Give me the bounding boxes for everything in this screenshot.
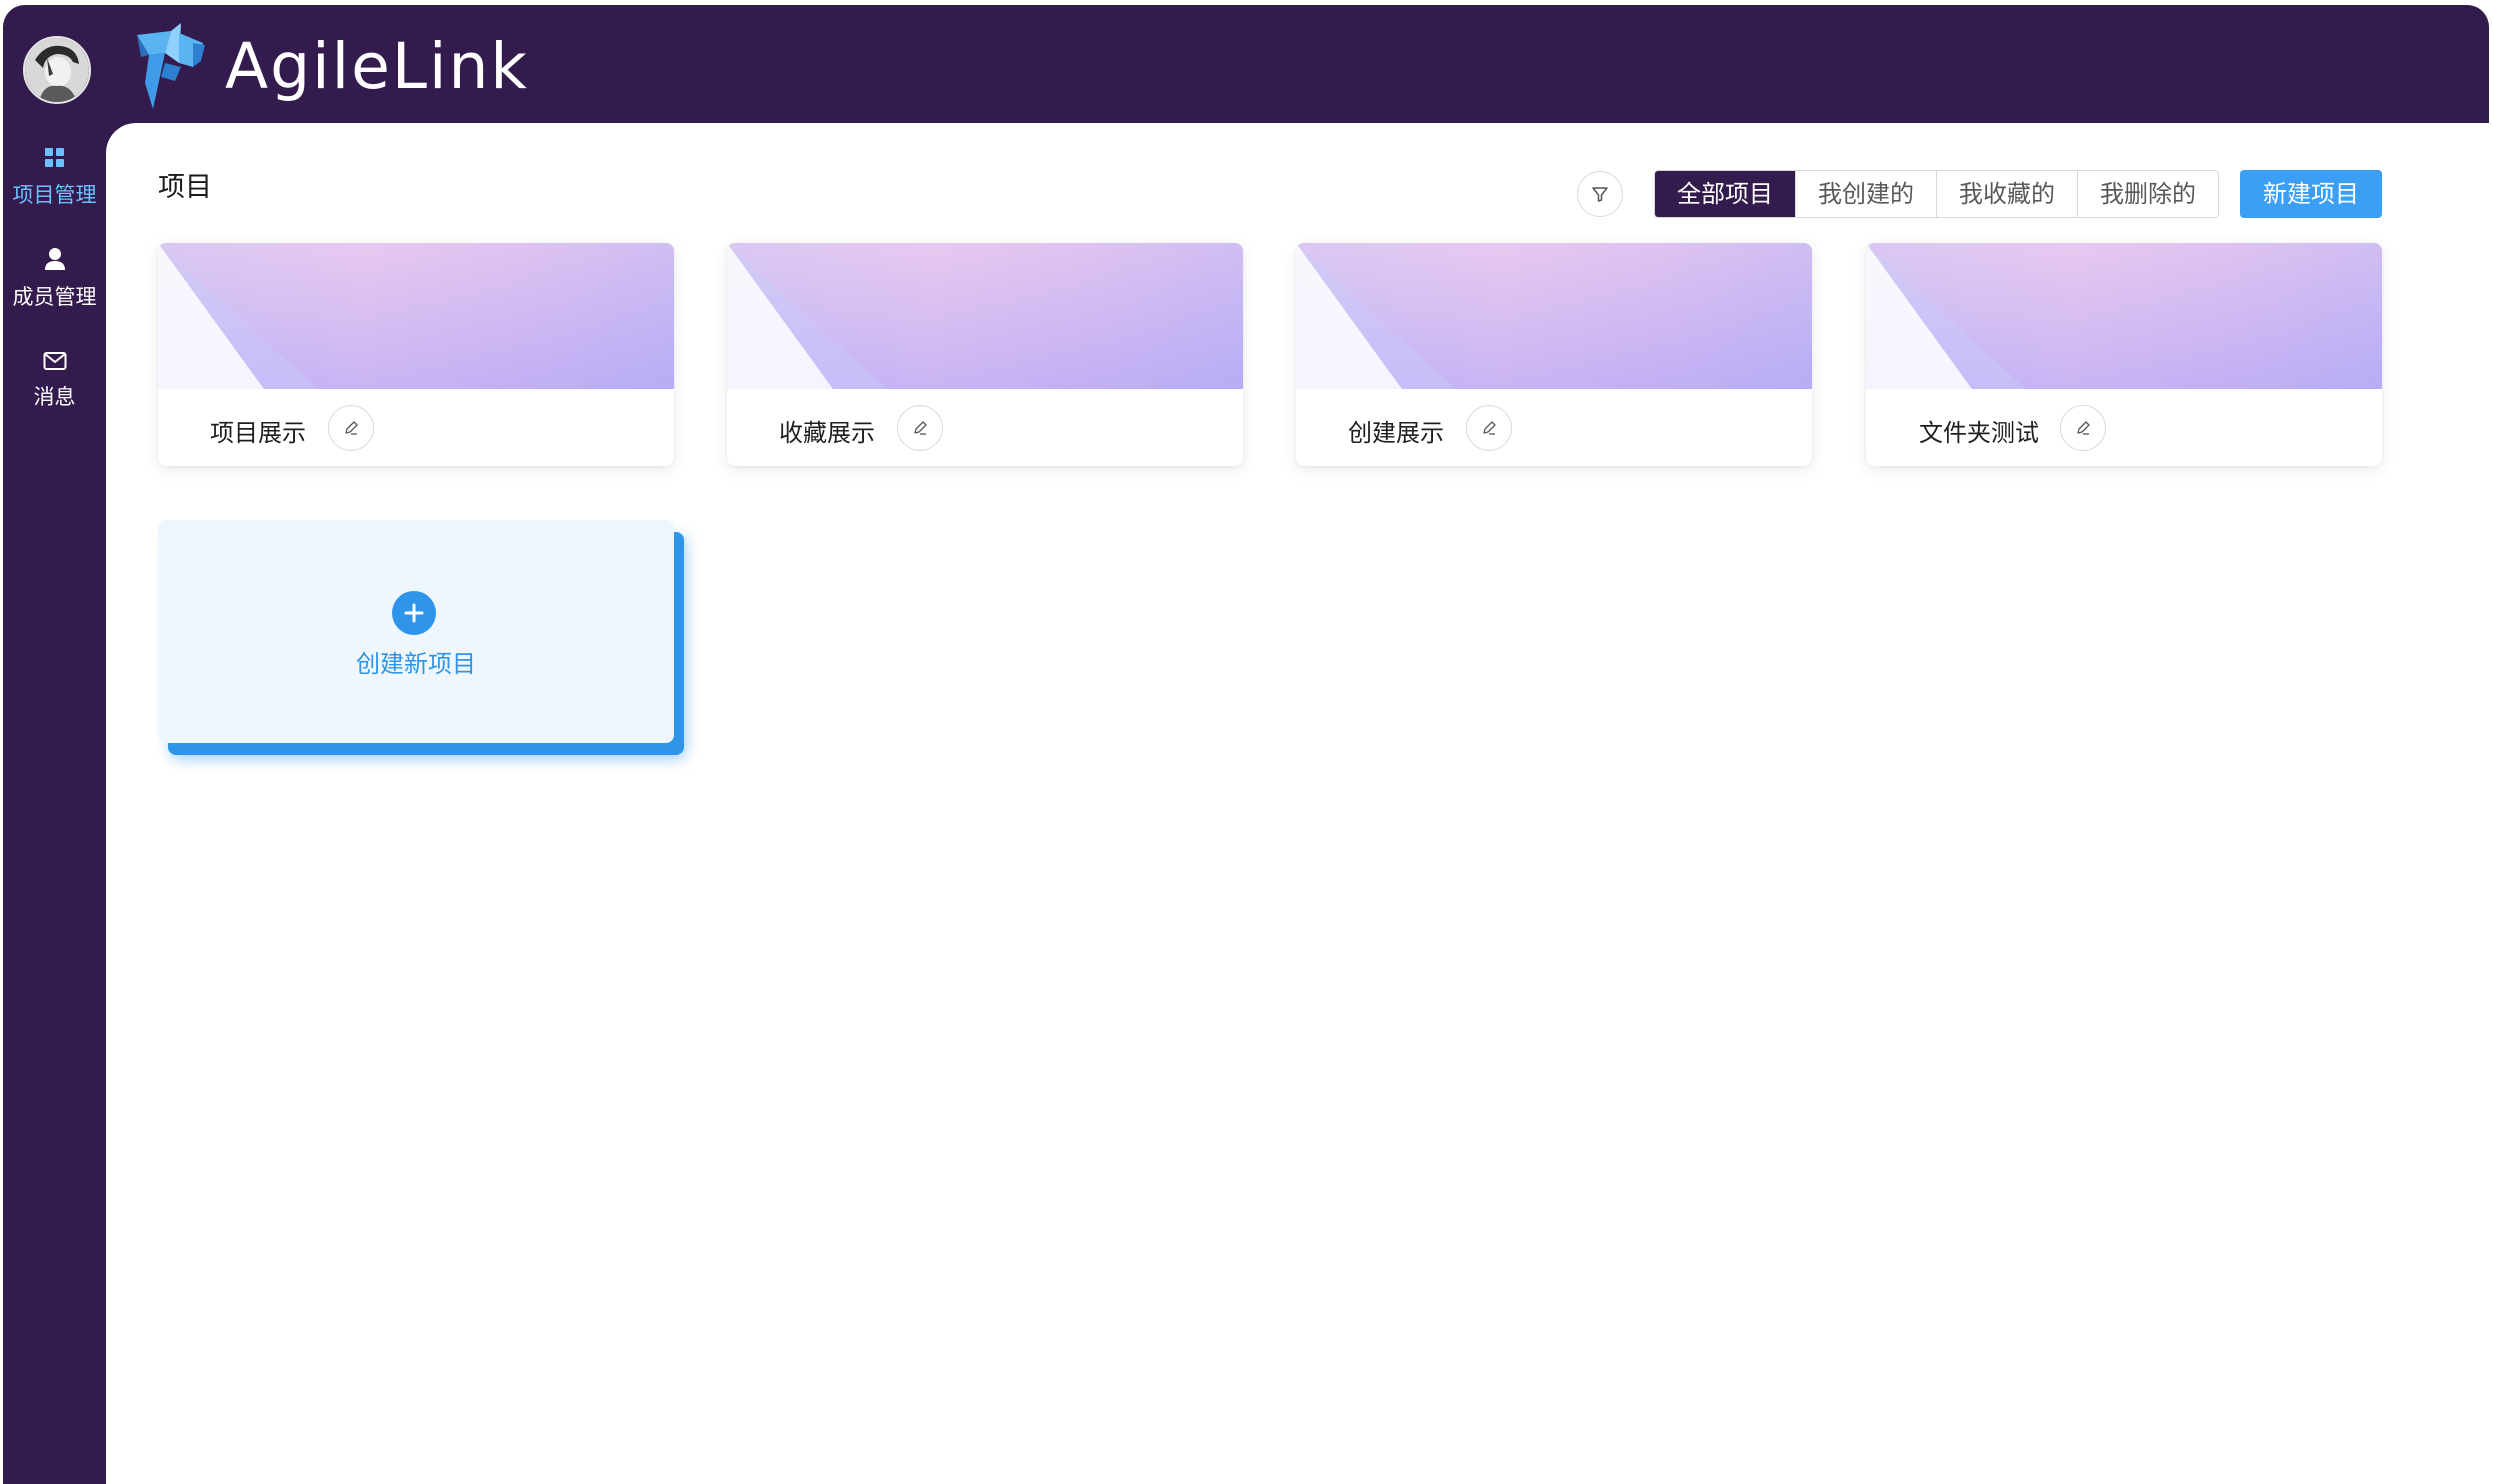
sidebar-item-project-management[interactable]: 项目管理: [3, 147, 106, 243]
sidebar-nav: 项目管理 成员管理 消息: [3, 123, 106, 1484]
page-title: 项目: [158, 172, 212, 203]
app-window: AgileLink 项目管理 成员管理 消息 项目 全部项目 我创建的 我收藏的…: [0, 0, 2493, 1484]
sidebar-item-member-management[interactable]: 成员管理: [3, 247, 106, 343]
agilelink-logo-icon: [137, 23, 205, 109]
top-header: AgileLink: [3, 5, 2489, 123]
project-cover: [1866, 243, 2382, 389]
project-cover: [727, 243, 1243, 389]
sidebar-item-label: 项目管理: [12, 183, 97, 207]
main-content: 项目 全部项目 我创建的 我收藏的 我删除的 新建项目 项目展示 收藏展示 创建…: [106, 123, 2489, 1484]
filter-button[interactable]: [1577, 171, 1623, 217]
project-filter-tabs: 全部项目 我创建的 我收藏的 我删除的: [1654, 170, 2219, 218]
sidebar-item-label: 成员管理: [12, 285, 97, 309]
brand-name: AgileLink: [225, 30, 529, 103]
project-name: 项目展示: [210, 419, 306, 447]
project-card[interactable]: 文件夹测试: [1866, 243, 2382, 466]
pencil-icon: [1483, 421, 1496, 435]
sidebar-item-label: 消息: [33, 385, 76, 409]
project-card[interactable]: 项目展示: [158, 243, 674, 466]
sidebar-item-messages[interactable]: 消息: [3, 351, 106, 447]
pencil-icon: [345, 421, 358, 435]
project-name: 文件夹测试: [1919, 419, 2039, 447]
tab-all-projects[interactable]: 全部项目: [1655, 171, 1796, 217]
tab-favorited-by-me[interactable]: 我收藏的: [1937, 171, 2078, 217]
project-name: 创建展示: [1348, 419, 1444, 447]
user-avatar[interactable]: [23, 36, 91, 104]
project-cover: [158, 243, 674, 389]
edit-project-button[interactable]: [328, 405, 374, 451]
edit-project-button[interactable]: [2060, 405, 2106, 451]
project-card[interactable]: 收藏展示: [727, 243, 1243, 466]
user-icon: [44, 248, 65, 270]
create-project-label: 创建新项目: [356, 650, 476, 678]
create-project-card[interactable]: 创建新项目: [158, 520, 674, 743]
filter-icon: [1592, 187, 1608, 202]
tab-deleted-by-me[interactable]: 我删除的: [2078, 171, 2218, 217]
project-card[interactable]: 创建展示: [1296, 243, 1812, 466]
pencil-icon: [2077, 421, 2090, 435]
edit-project-button[interactable]: [897, 405, 943, 451]
project-name: 收藏展示: [779, 419, 875, 447]
pencil-icon: [914, 421, 927, 435]
grid-icon: [44, 148, 64, 167]
project-cover: [1296, 243, 1812, 389]
tab-created-by-me[interactable]: 我创建的: [1796, 171, 1937, 217]
new-project-button[interactable]: 新建项目: [2240, 170, 2382, 218]
mail-icon: [43, 352, 66, 370]
edit-project-button[interactable]: [1466, 405, 1512, 451]
plus-icon: [392, 591, 436, 635]
